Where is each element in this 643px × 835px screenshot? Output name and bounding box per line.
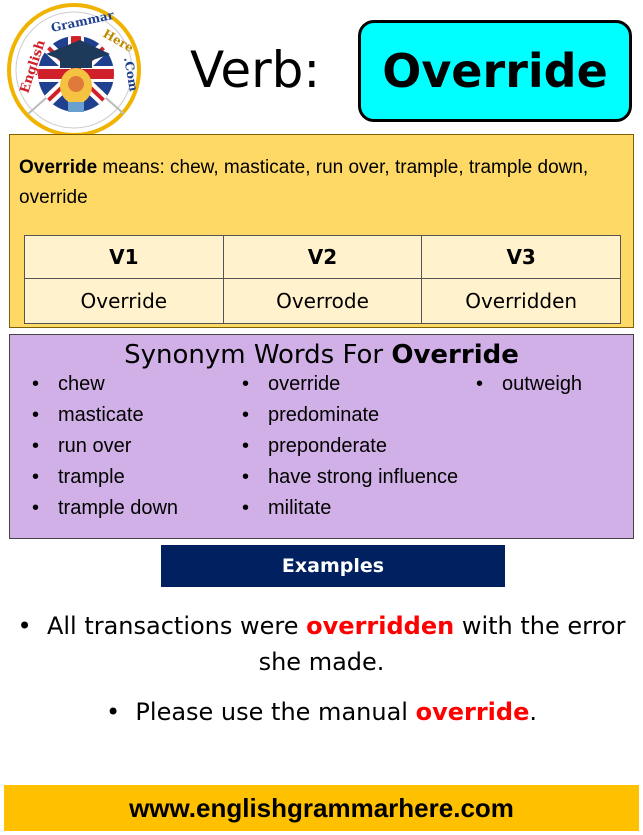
footer-banner: www.englishgrammarhere.com — [4, 785, 639, 831]
synonyms-title: Synonym Words For Override — [10, 339, 633, 371]
list-item: have strong influence — [220, 462, 458, 493]
cell-v3: Overridden — [421, 278, 621, 324]
meaning-word: Override — [19, 157, 98, 178]
example-highlight: override — [415, 698, 530, 726]
list-item: chew — [10, 369, 178, 400]
meaning-definition: means: chew, masticate, run over, trampl… — [19, 157, 589, 208]
list-item: outweigh — [454, 369, 582, 400]
example-text: . — [529, 698, 537, 726]
list-item: run over — [10, 431, 178, 462]
example-sentence-2: • Please use the manual override. — [0, 694, 643, 730]
example-highlight: overridden — [306, 612, 455, 640]
meaning-panel: Override means: chew, masticate, run ove… — [9, 134, 634, 328]
list-item: preponderate — [220, 431, 458, 462]
list-item: masticate — [10, 400, 178, 431]
synonyms-column-2: override predominate preponderate have s… — [220, 369, 458, 524]
synonyms-column-3: outweigh — [454, 369, 582, 400]
website-link[interactable]: www.englishgrammarhere.com — [129, 793, 514, 824]
bullet-icon: • — [106, 698, 136, 726]
cell-v1: Override — [24, 278, 224, 324]
verb-label: Verb: — [190, 41, 321, 99]
table-header-row: V1 V2 V3 — [24, 235, 621, 279]
table-row: Override Overrode Overridden — [24, 278, 621, 324]
verb-word-box: Override — [358, 20, 632, 122]
list-item: militate — [220, 493, 458, 524]
list-item: trample — [10, 462, 178, 493]
logo-icon: English Grammar Here .Com — [7, 3, 141, 137]
meaning-text: Override means: chew, masticate, run ove… — [19, 153, 624, 213]
synonyms-column-1: chew masticate run over trample trample … — [10, 369, 178, 524]
example-sentence-1: • All transactions were overridden with … — [0, 608, 643, 680]
verb-word: Override — [382, 44, 608, 98]
synonyms-panel: Synonym Words For Override chew masticat… — [9, 334, 634, 539]
examples-header: Examples — [161, 545, 505, 587]
list-item: trample down — [10, 493, 178, 524]
cell-v2: Overrode — [222, 278, 423, 324]
bullet-icon: • — [17, 612, 47, 640]
header-v1: V1 — [24, 235, 224, 279]
example-text: Please use the manual — [135, 698, 416, 726]
examples-header-label: Examples — [281, 555, 385, 577]
header-v3: V3 — [421, 235, 621, 279]
verb-forms-table: V1 V2 V3 Override Overrode Overridden — [24, 235, 621, 324]
synonyms-title-prefix: Synonym Words For — [124, 340, 392, 370]
list-item: predominate — [220, 400, 458, 431]
site-logo: English Grammar Here .Com — [6, 2, 142, 138]
header-v2: V2 — [222, 235, 423, 279]
example-text: All transactions were — [46, 612, 307, 640]
list-item: override — [220, 369, 458, 400]
synonyms-title-word: Override — [391, 340, 519, 370]
